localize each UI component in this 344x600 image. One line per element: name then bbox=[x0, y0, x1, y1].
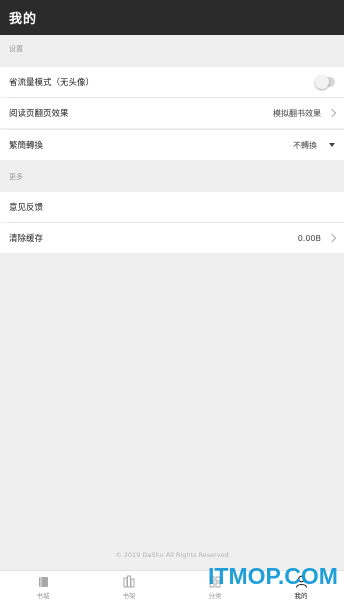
page-turn-effect-label: 阅读页翻页效果 bbox=[9, 109, 69, 119]
tab-label: 书城 bbox=[36, 592, 50, 600]
section-header-more: 更多 bbox=[0, 163, 344, 191]
section-header-settings: 设置 bbox=[0, 35, 344, 63]
tab-label: 我的 bbox=[294, 592, 308, 600]
tab-label: 分类 bbox=[208, 592, 222, 600]
site-watermark: ITMOP.COM bbox=[208, 563, 338, 589]
tab-label: 书架 bbox=[122, 592, 136, 600]
feedback-row[interactable]: 意见反馈 bbox=[0, 192, 344, 222]
section-title-settings: 设置 bbox=[9, 45, 23, 53]
feedback-label: 意见反馈 bbox=[9, 203, 44, 213]
tab-bookshelf[interactable]: 书架 bbox=[86, 571, 172, 600]
dropdown-caret-icon[interactable] bbox=[329, 143, 335, 147]
top-bar: 我的 bbox=[0, 0, 344, 35]
data-saver-row[interactable]: 省流量模式（无头像） bbox=[0, 67, 344, 97]
data-saver-label: 省流量模式（无头像） bbox=[9, 78, 95, 88]
chevron-right-icon bbox=[327, 108, 337, 118]
clear-cache-row[interactable]: 清除缓存 0.00B bbox=[0, 223, 344, 253]
clear-cache-label: 清除缓存 bbox=[9, 234, 44, 244]
page-turn-effect-value: 模拟翻书效果 bbox=[273, 108, 321, 118]
data-saver-toggle[interactable] bbox=[315, 75, 335, 89]
book-icon bbox=[36, 575, 50, 588]
script-conversion-row[interactable]: 繁簡轉換 不轉換 bbox=[0, 130, 344, 160]
script-conversion-value: 不轉換 bbox=[293, 140, 317, 150]
page-title: 我的 bbox=[9, 12, 38, 27]
section-title-more: 更多 bbox=[9, 173, 23, 181]
copyright-text: © 2019 DaShu All Rights Reserved bbox=[115, 551, 229, 559]
page-turn-effect-row[interactable]: 阅读页翻页效果 模拟翻书效果 bbox=[0, 98, 344, 128]
bookshelf-icon bbox=[122, 575, 136, 588]
cache-size-value: 0.00B bbox=[297, 233, 321, 243]
chevron-right-icon bbox=[327, 233, 337, 243]
toggle-knob bbox=[315, 75, 329, 89]
script-conversion-label: 繁簡轉換 bbox=[9, 141, 44, 151]
tab-bookstore[interactable]: 书城 bbox=[0, 571, 86, 600]
